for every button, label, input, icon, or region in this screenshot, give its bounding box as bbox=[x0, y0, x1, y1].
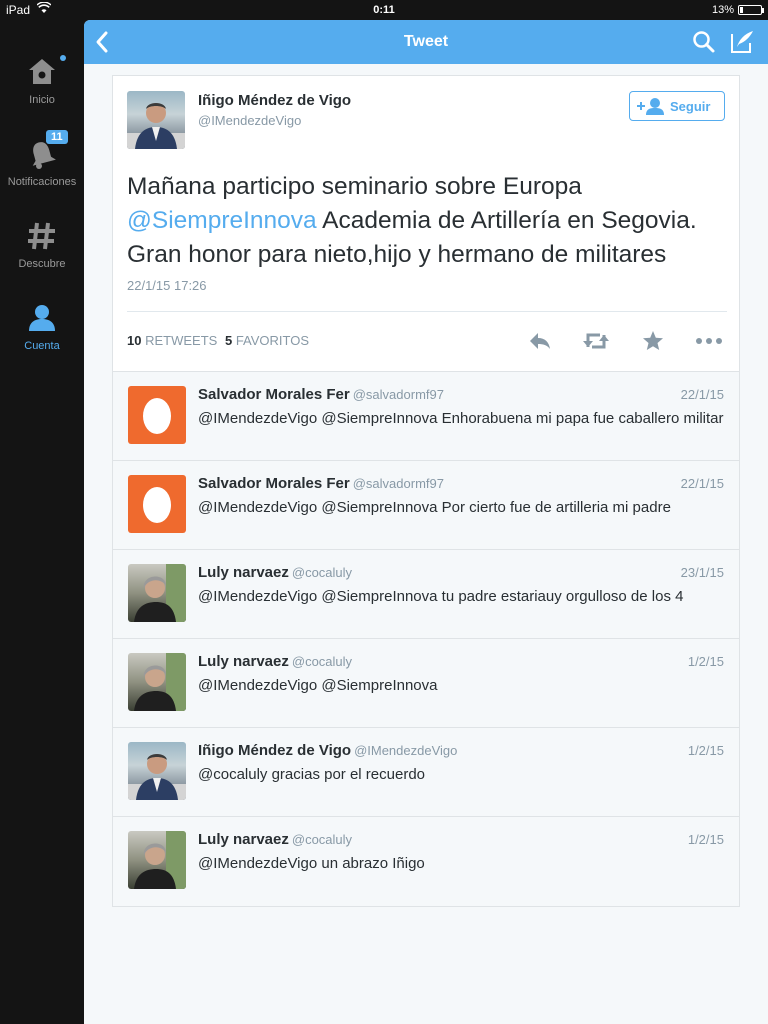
avatar[interactable] bbox=[128, 564, 186, 622]
add-user-icon bbox=[636, 97, 666, 118]
retweets-label: RETWEETS bbox=[145, 333, 218, 348]
sidebar-item-label: Descubre bbox=[18, 258, 66, 270]
notification-badge: 11 bbox=[46, 130, 68, 144]
favorites-count: 5 bbox=[224, 333, 233, 348]
author-name[interactable]: Iñigo Méndez de Vigo bbox=[198, 92, 351, 109]
reply-author-name: Luly narvaez bbox=[198, 653, 289, 670]
reply-author-handle: @salvadormf97 bbox=[352, 387, 444, 402]
reply-text: @IMendezdeVigo un abrazo Iñigo bbox=[198, 855, 425, 872]
reply-text: @IMendezdeVigo @SiempreInnova tu padre e… bbox=[198, 588, 684, 605]
retweet-icon[interactable] bbox=[582, 329, 610, 358]
reply-item[interactable]: Salvador Morales Fer @salvadormf97 22/1/1… bbox=[113, 372, 739, 461]
more-options-icon[interactable] bbox=[695, 329, 723, 358]
reply-author[interactable]: Luly narvaez @cocaluly bbox=[198, 564, 352, 581]
reply-text: @IMendezdeVigo @SiempreInnova Enhorabuen… bbox=[198, 410, 724, 427]
reply-author-name: Salvador Morales Fer bbox=[198, 386, 350, 403]
reply-item[interactable]: Salvador Morales Fer @salvadormf97 22/1/1… bbox=[113, 461, 739, 550]
reply-author[interactable]: Salvador Morales Fer @salvadormf97 bbox=[198, 475, 444, 492]
avatar[interactable] bbox=[127, 91, 185, 149]
reply-text: @IMendezdeVigo @SiempreInnova Por cierto… bbox=[198, 499, 671, 516]
reply-author[interactable]: Luly narvaez @cocaluly bbox=[198, 653, 352, 670]
hashtag-icon bbox=[26, 220, 58, 252]
reply-icon[interactable] bbox=[527, 329, 553, 358]
reply-author-name: Luly narvaez bbox=[198, 831, 289, 848]
sidebar: Inicio 11 Notificaciones Descubre Cuenta bbox=[0, 20, 84, 1024]
reply-author-handle: @cocaluly bbox=[291, 832, 353, 847]
avatar[interactable] bbox=[128, 653, 186, 711]
follow-button-label: Seguir bbox=[670, 99, 711, 114]
tweet-stats: 10 RETWEETS 5 FAVORITOS bbox=[127, 333, 309, 348]
avatar[interactable] bbox=[128, 831, 186, 889]
person-icon bbox=[26, 302, 58, 334]
reply-item[interactable]: Luly narvaez @cocaluly 1/2/15 @IMendezdeV… bbox=[113, 817, 739, 906]
reply-date: 1/2/15 bbox=[687, 743, 724, 758]
reply-item[interactable]: Luly narvaez @cocaluly 23/1/15 @IMendezde… bbox=[113, 550, 739, 639]
reply-item[interactable]: Iñigo Méndez de Vigo @IMendezdeVigo 1/2/1… bbox=[113, 728, 739, 817]
avatar[interactable] bbox=[128, 386, 186, 444]
sidebar-item-label: Notificaciones bbox=[7, 176, 77, 188]
tweet-text: Mañana participo seminario sobre Europa … bbox=[127, 170, 727, 272]
avatar[interactable] bbox=[128, 742, 186, 800]
reply-author-handle: @cocaluly bbox=[291, 654, 353, 669]
reply-date: 23/1/15 bbox=[680, 565, 724, 580]
replies-list: Salvador Morales Fer @salvadormf97 22/1/1… bbox=[112, 371, 740, 907]
divider bbox=[127, 311, 727, 312]
reply-item[interactable]: Luly narvaez @cocaluly 1/2/15 @IMendezdeV… bbox=[113, 639, 739, 728]
sidebar-item-notificaciones[interactable]: 11 Notificaciones bbox=[0, 130, 84, 188]
search-icon[interactable] bbox=[692, 30, 716, 59]
reply-date: 22/1/15 bbox=[680, 476, 724, 491]
retweets-count: 10 bbox=[127, 333, 142, 348]
reply-author[interactable]: Luly narvaez @cocaluly bbox=[198, 831, 352, 848]
favorites-stat[interactable]: 5 FAVORITOS bbox=[225, 333, 309, 348]
favorite-star-icon[interactable] bbox=[641, 329, 665, 358]
avatar[interactable] bbox=[128, 475, 186, 533]
clock: 0:11 bbox=[373, 4, 395, 16]
reply-author-name: Iñigo Méndez de Vigo bbox=[198, 742, 352, 759]
reply-text: @cocaluly gracias por el recuerdo bbox=[198, 766, 425, 783]
main-panel: Tweet Iñigo Méndez de Vigo @IMendezdeVig… bbox=[84, 20, 768, 1024]
retweets-stat[interactable]: 10 RETWEETS bbox=[127, 333, 217, 348]
compose-icon[interactable] bbox=[729, 29, 755, 60]
author-handle[interactable]: @IMendezdeVigo bbox=[198, 113, 301, 128]
bell-icon: 11 bbox=[26, 130, 68, 170]
reply-date: 1/2/15 bbox=[687, 654, 724, 669]
reply-author-handle: @cocaluly bbox=[291, 565, 353, 580]
page-title: Tweet bbox=[403, 33, 449, 50]
sidebar-item-label: Cuenta bbox=[24, 340, 60, 352]
sidebar-item-descubre[interactable]: Descubre bbox=[0, 220, 84, 270]
battery-percent: 13% bbox=[711, 4, 734, 16]
follow-button[interactable]: Seguir bbox=[629, 91, 725, 121]
reply-author-handle: @salvadormf97 bbox=[352, 476, 444, 491]
tweet-timestamp: 22/1/15 17:26 bbox=[127, 278, 207, 293]
favorites-label: FAVORITOS bbox=[235, 333, 310, 348]
battery-icon bbox=[738, 5, 764, 15]
reply-date: 1/2/15 bbox=[687, 832, 724, 847]
new-activity-dot bbox=[60, 55, 66, 61]
tweet-text-part1: Mañana participo seminario sobre Europa bbox=[127, 173, 582, 200]
sidebar-item-inicio[interactable]: Inicio bbox=[0, 55, 84, 106]
sidebar-item-cuenta[interactable]: Cuenta bbox=[0, 302, 84, 352]
reply-author[interactable]: Salvador Morales Fer @salvadormf97 bbox=[198, 386, 444, 403]
home-icon bbox=[26, 55, 66, 88]
status-bar: iPad 0:11 13% bbox=[0, 0, 768, 20]
reply-author-name: Salvador Morales Fer bbox=[198, 475, 350, 492]
reply-author[interactable]: Iñigo Méndez de Vigo @IMendezdeVigo bbox=[198, 742, 457, 759]
reply-text: @IMendezdeVigo @SiempreInnova bbox=[198, 677, 438, 694]
sidebar-item-label: Inicio bbox=[29, 94, 55, 106]
reply-date: 22/1/15 bbox=[680, 387, 724, 402]
navigation-bar: Tweet bbox=[84, 20, 768, 64]
tweet-mention-link[interactable]: @SiempreInnova bbox=[127, 207, 317, 234]
reply-author-name: Luly narvaez bbox=[198, 564, 289, 581]
tweet-detail-card: Iñigo Méndez de Vigo @IMendezdeVigo Segu… bbox=[112, 75, 740, 372]
reply-author-handle: @IMendezdeVigo bbox=[354, 743, 458, 758]
